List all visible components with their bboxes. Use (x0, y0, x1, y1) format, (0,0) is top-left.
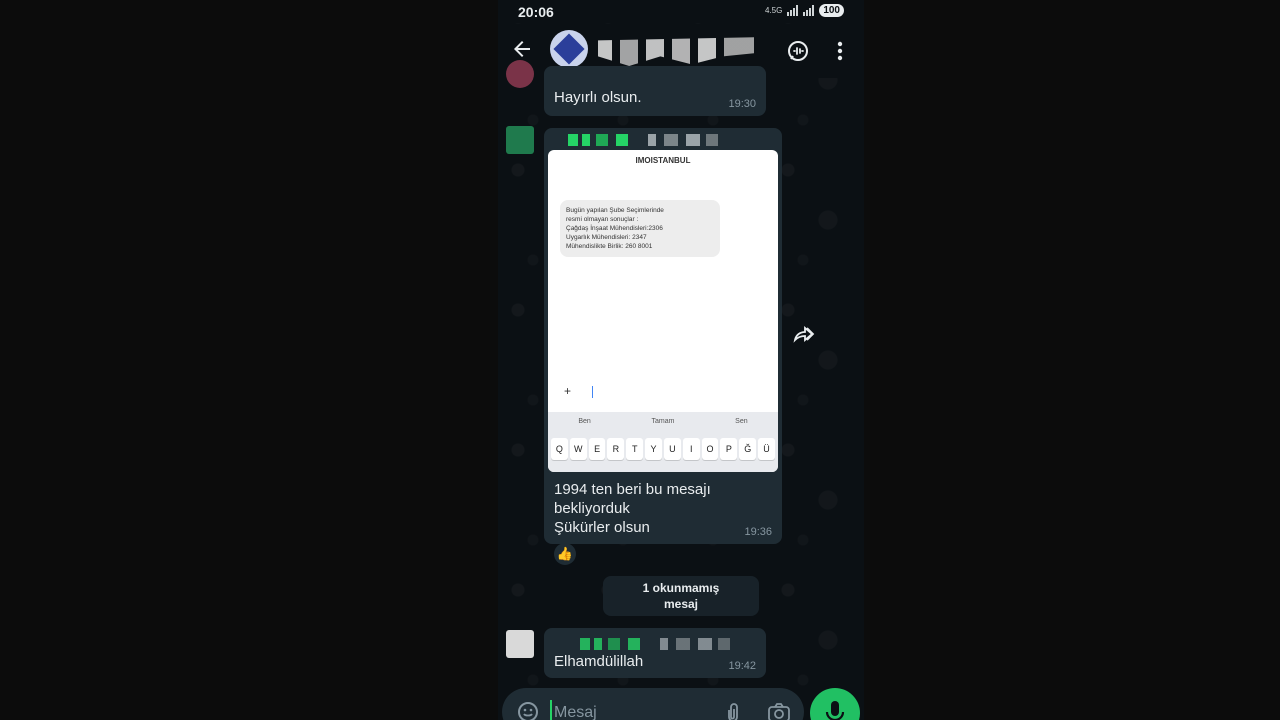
suggestion: Sen (735, 418, 748, 425)
suggestion: Tamam (651, 418, 675, 425)
key: Y (645, 438, 662, 460)
key: U (663, 438, 681, 460)
message-time: 19:30 (728, 98, 756, 110)
signal-icon-2 (803, 5, 815, 16)
unread-line2: mesaj (663, 597, 698, 611)
camera-icon[interactable] (766, 700, 792, 720)
key: Ü (758, 438, 775, 460)
key: P (720, 438, 738, 460)
screenshot-input (592, 386, 772, 398)
message-text: Elhamdülillah (554, 653, 644, 670)
message-bubble-with-image[interactable]: IMOISTANBUL Bugün yapılan Şube Seçimleri… (544, 128, 782, 544)
message-time: 19:42 (728, 660, 756, 672)
phone-screen: 20:06 4.5G 100 Hayırlı olsun. 19:30 IMOI… (498, 0, 864, 720)
mic-button[interactable] (810, 688, 860, 720)
image-attachment[interactable]: IMOISTANBUL Bugün yapılan Şube Seçimleri… (548, 150, 778, 472)
sender-avatar[interactable] (506, 126, 534, 154)
more-options-icon[interactable] (830, 39, 850, 63)
unread-line1: 1 okunmamış (642, 581, 720, 595)
back-arrow-icon[interactable] (510, 37, 534, 61)
unread-divider: 1 okunmamış mesaj (603, 576, 759, 616)
signal-icon (787, 5, 799, 16)
emoji-icon[interactable] (516, 700, 540, 720)
sender-name[interactable] (580, 638, 730, 650)
status-bar: 20:06 4.5G 100 (498, 0, 864, 24)
message-input[interactable] (550, 700, 716, 720)
group-avatar[interactable] (550, 30, 588, 68)
key: T (626, 438, 644, 460)
reaction-thumbs-up[interactable]: 👍 (554, 543, 576, 565)
screenshot-compose: + (558, 382, 768, 402)
forward-icon[interactable] (792, 322, 816, 346)
keyboard-row: Q W E R T Y U I O P Ğ Ü (551, 438, 775, 460)
status-time: 20:06 (518, 4, 554, 20)
message-time: 19:36 (744, 526, 772, 538)
key: Ğ (739, 438, 757, 460)
message-bubble[interactable]: Elhamdülillah 19:42 (544, 628, 766, 678)
sender-avatar[interactable] (506, 630, 534, 658)
sender-avatar[interactable] (506, 60, 534, 88)
key: Q (551, 438, 568, 460)
message-text: Hayırlı olsun. (554, 89, 642, 106)
key: R (607, 438, 625, 460)
battery-indicator: 100 (819, 4, 844, 17)
voice-call-icon[interactable] (786, 39, 810, 63)
key: W (569, 438, 587, 460)
network-label: 4.5G (764, 6, 783, 15)
status-icons: 4.5G 100 (765, 4, 844, 17)
key: E (588, 438, 606, 460)
attach-icon[interactable] (722, 700, 744, 720)
screenshot-plus-icon: + (564, 384, 572, 398)
sender-name[interactable] (568, 134, 718, 146)
screenshot-sms-text: Bugün yapılan Şube Seçimlerinde resmi ol… (560, 200, 720, 257)
message-text: 1994 ten beri bu mesajı bekliyorduk Şükü… (554, 481, 711, 536)
mic-icon (825, 701, 845, 720)
key: O (701, 438, 719, 460)
screenshot-sender: IMOISTANBUL (635, 156, 691, 165)
key: I (682, 438, 700, 460)
keyboard-suggestions: Ben Tamam Sen (548, 418, 778, 425)
contact-name[interactable] (598, 37, 754, 66)
screenshot-keyboard: Ben Tamam Sen Q W E R T Y U I O P Ğ Ü (548, 412, 778, 472)
suggestion: Ben (578, 418, 591, 425)
message-bubble[interactable]: Hayırlı olsun. 19:30 (544, 66, 766, 116)
message-composer (502, 688, 804, 720)
